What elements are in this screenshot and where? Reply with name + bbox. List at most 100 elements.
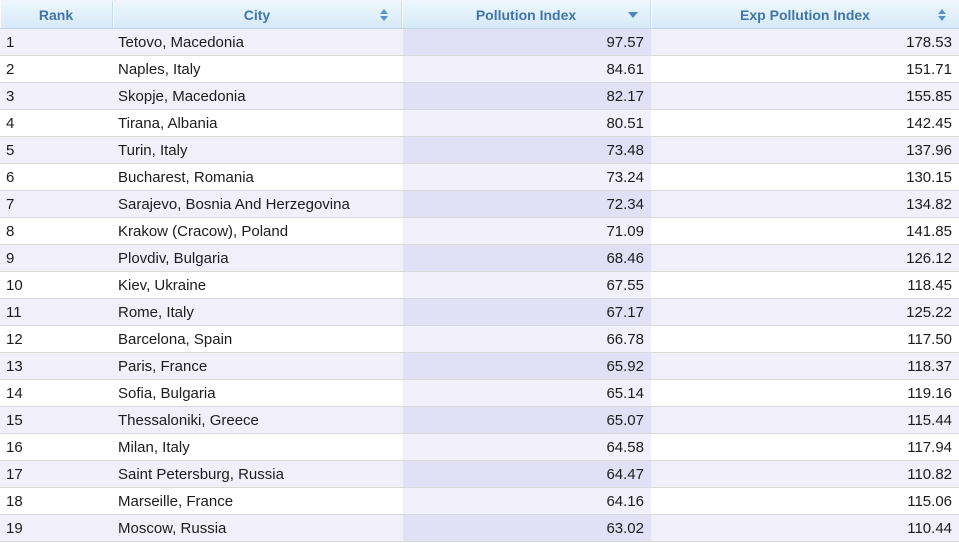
- cell-exp-pollution-index: 151.71: [651, 56, 959, 82]
- cell-pollution-index: 66.78: [402, 326, 651, 352]
- cell-pollution-index: 64.58: [402, 434, 651, 460]
- table-row: 10 Kiev, Ukraine 67.55 118.45: [0, 272, 959, 299]
- pollution-index-table: Rank City Pollution Index Exp Pollution …: [0, 0, 959, 542]
- cell-exp-pollution-index: 178.53: [651, 29, 959, 55]
- cell-city: Sofia, Bulgaria: [113, 380, 402, 406]
- column-header-city[interactable]: City: [113, 1, 402, 28]
- table-row: 2 Naples, Italy 84.61 151.71: [0, 56, 959, 83]
- cell-pollution-index: 64.47: [402, 461, 651, 487]
- cell-rank: 17: [0, 461, 113, 487]
- cell-city: Moscow, Russia: [113, 515, 402, 541]
- cell-city: Sarajevo, Bosnia And Herzegovina: [113, 191, 402, 217]
- cell-pollution-index: 65.14: [402, 380, 651, 406]
- table-row: 14 Sofia, Bulgaria 65.14 119.16: [0, 380, 959, 407]
- cell-exp-pollution-index: 115.44: [651, 407, 959, 433]
- cell-rank: 1: [0, 29, 113, 55]
- cell-city: Skopje, Macedonia: [113, 83, 402, 109]
- cell-exp-pollution-index: 134.82: [651, 191, 959, 217]
- cell-rank: 6: [0, 164, 113, 190]
- cell-rank: 14: [0, 380, 113, 406]
- cell-rank: 4: [0, 110, 113, 136]
- cell-pollution-index: 73.48: [402, 137, 651, 163]
- cell-pollution-index: 64.16: [402, 488, 651, 514]
- cell-rank: 3: [0, 83, 113, 109]
- cell-exp-pollution-index: 141.85: [651, 218, 959, 244]
- column-header-pollution-index-label: Pollution Index: [476, 7, 576, 23]
- table-row: 6 Bucharest, Romania 73.24 130.15: [0, 164, 959, 191]
- table-row: 4 Tirana, Albania 80.51 142.45: [0, 110, 959, 137]
- table-row: 17 Saint Petersburg, Russia 64.47 110.82: [0, 461, 959, 488]
- cell-city: Naples, Italy: [113, 56, 402, 82]
- cell-rank: 19: [0, 515, 113, 541]
- table-row: 13 Paris, France 65.92 118.37: [0, 353, 959, 380]
- table-row: 18 Marseille, France 64.16 115.06: [0, 488, 959, 515]
- cell-city: Thessaloniki, Greece: [113, 407, 402, 433]
- table-row: 8 Krakow (Cracow), Poland 71.09 141.85: [0, 218, 959, 245]
- cell-city: Barcelona, Spain: [113, 326, 402, 352]
- cell-pollution-index: 84.61: [402, 56, 651, 82]
- cell-rank: 12: [0, 326, 113, 352]
- cell-rank: 15: [0, 407, 113, 433]
- cell-rank: 8: [0, 218, 113, 244]
- sort-updown-icon: [938, 9, 947, 21]
- column-header-pollution-index[interactable]: Pollution Index: [402, 1, 651, 28]
- cell-exp-pollution-index: 117.94: [651, 434, 959, 460]
- cell-rank: 2: [0, 56, 113, 82]
- column-header-city-label: City: [244, 7, 270, 23]
- cell-exp-pollution-index: 126.12: [651, 245, 959, 271]
- column-header-exp-pollution-index-label: Exp Pollution Index: [740, 7, 870, 23]
- cell-city: Saint Petersburg, Russia: [113, 461, 402, 487]
- cell-city: Tetovo, Macedonia: [113, 29, 402, 55]
- cell-city: Tirana, Albania: [113, 110, 402, 136]
- cell-pollution-index: 71.09: [402, 218, 651, 244]
- cell-city: Milan, Italy: [113, 434, 402, 460]
- cell-exp-pollution-index: 115.06: [651, 488, 959, 514]
- cell-rank: 5: [0, 137, 113, 163]
- table-row: 7 Sarajevo, Bosnia And Herzegovina 72.34…: [0, 191, 959, 218]
- table-row: 1 Tetovo, Macedonia 97.57 178.53: [0, 29, 959, 56]
- cell-pollution-index: 68.46: [402, 245, 651, 271]
- cell-pollution-index: 67.17: [402, 299, 651, 325]
- cell-rank: 16: [0, 434, 113, 460]
- cell-exp-pollution-index: 110.82: [651, 461, 959, 487]
- cell-rank: 9: [0, 245, 113, 271]
- cell-pollution-index: 63.02: [402, 515, 651, 541]
- cell-rank: 18: [0, 488, 113, 514]
- cell-exp-pollution-index: 110.44: [651, 515, 959, 541]
- cell-exp-pollution-index: 119.16: [651, 380, 959, 406]
- cell-city: Marseille, France: [113, 488, 402, 514]
- table-row: 15 Thessaloniki, Greece 65.07 115.44: [0, 407, 959, 434]
- cell-pollution-index: 73.24: [402, 164, 651, 190]
- cell-exp-pollution-index: 118.45: [651, 272, 959, 298]
- cell-city: Bucharest, Romania: [113, 164, 402, 190]
- cell-rank: 10: [0, 272, 113, 298]
- cell-pollution-index: 82.17: [402, 83, 651, 109]
- cell-exp-pollution-index: 130.15: [651, 164, 959, 190]
- table-row: 11 Rome, Italy 67.17 125.22: [0, 299, 959, 326]
- cell-city: Plovdiv, Bulgaria: [113, 245, 402, 271]
- cell-exp-pollution-index: 117.50: [651, 326, 959, 352]
- cell-exp-pollution-index: 155.85: [651, 83, 959, 109]
- cell-pollution-index: 67.55: [402, 272, 651, 298]
- cell-exp-pollution-index: 125.22: [651, 299, 959, 325]
- column-header-rank[interactable]: Rank: [0, 1, 113, 28]
- cell-pollution-index: 65.07: [402, 407, 651, 433]
- column-header-rank-label: Rank: [39, 7, 73, 23]
- cell-city: Rome, Italy: [113, 299, 402, 325]
- cell-exp-pollution-index: 118.37: [651, 353, 959, 379]
- cell-pollution-index: 80.51: [402, 110, 651, 136]
- table-row: 9 Plovdiv, Bulgaria 68.46 126.12: [0, 245, 959, 272]
- sort-updown-icon: [380, 9, 389, 21]
- cell-pollution-index: 72.34: [402, 191, 651, 217]
- column-header-exp-pollution-index[interactable]: Exp Pollution Index: [651, 1, 959, 28]
- table-row: 3 Skopje, Macedonia 82.17 155.85: [0, 83, 959, 110]
- cell-rank: 11: [0, 299, 113, 325]
- table-row: 12 Barcelona, Spain 66.78 117.50: [0, 326, 959, 353]
- cell-exp-pollution-index: 142.45: [651, 110, 959, 136]
- table-body: 1 Tetovo, Macedonia 97.57 178.53 2 Naple…: [0, 29, 959, 542]
- cell-pollution-index: 65.92: [402, 353, 651, 379]
- cell-rank: 7: [0, 191, 113, 217]
- cell-city: Turin, Italy: [113, 137, 402, 163]
- cell-city: Kiev, Ukraine: [113, 272, 402, 298]
- sort-descending-icon: [628, 12, 638, 18]
